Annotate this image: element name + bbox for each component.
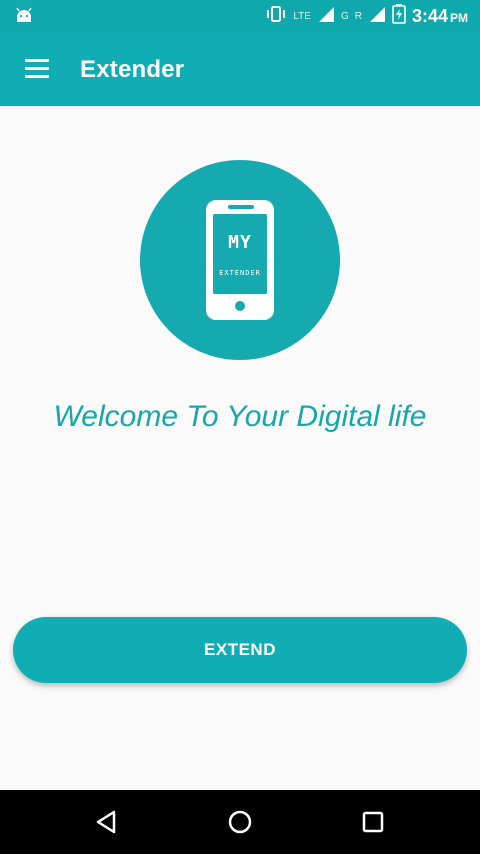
signal-icon xyxy=(368,5,386,28)
phone-icon: MY EXTENDER xyxy=(206,200,274,320)
welcome-text: Welcome To Your Digital life xyxy=(53,400,427,433)
battery-charging-icon xyxy=(392,4,406,29)
signal-icon xyxy=(317,5,335,28)
menu-icon-line xyxy=(25,59,49,62)
back-button[interactable] xyxy=(92,807,122,837)
page-title: Extender xyxy=(80,56,185,83)
r-label: R xyxy=(354,11,362,22)
clock: 3:44 PM xyxy=(412,6,468,27)
menu-button[interactable] xyxy=(22,55,52,83)
logo-text-my: MY xyxy=(228,232,252,253)
recents-icon xyxy=(358,811,388,841)
logo-text-extender: EXTENDER xyxy=(219,269,261,277)
menu-icon-line xyxy=(25,75,49,78)
phone-speaker xyxy=(228,205,254,209)
navigation-bar xyxy=(0,790,480,854)
app-logo: MY EXTENDER xyxy=(140,160,340,360)
clock-time: 3:44 xyxy=(411,6,448,26)
phone-home-button xyxy=(235,301,245,311)
app-bar: Extender xyxy=(0,33,480,106)
lte-label: LTE xyxy=(293,11,311,22)
status-bar: LTE G R 3:44 PM xyxy=(0,0,480,33)
phone-screen: MY EXTENDER xyxy=(213,214,267,294)
recents-button[interactable] xyxy=(358,807,388,837)
android-icon xyxy=(14,7,34,30)
home-icon xyxy=(225,810,255,841)
g-label: G xyxy=(340,11,349,22)
clock-ampm: PM xyxy=(450,11,468,25)
vibrate-icon xyxy=(265,5,287,28)
back-icon xyxy=(92,810,122,841)
extend-button[interactable]: EXTEND xyxy=(13,617,467,683)
home-button[interactable] xyxy=(225,807,255,837)
menu-icon-line xyxy=(25,67,49,70)
